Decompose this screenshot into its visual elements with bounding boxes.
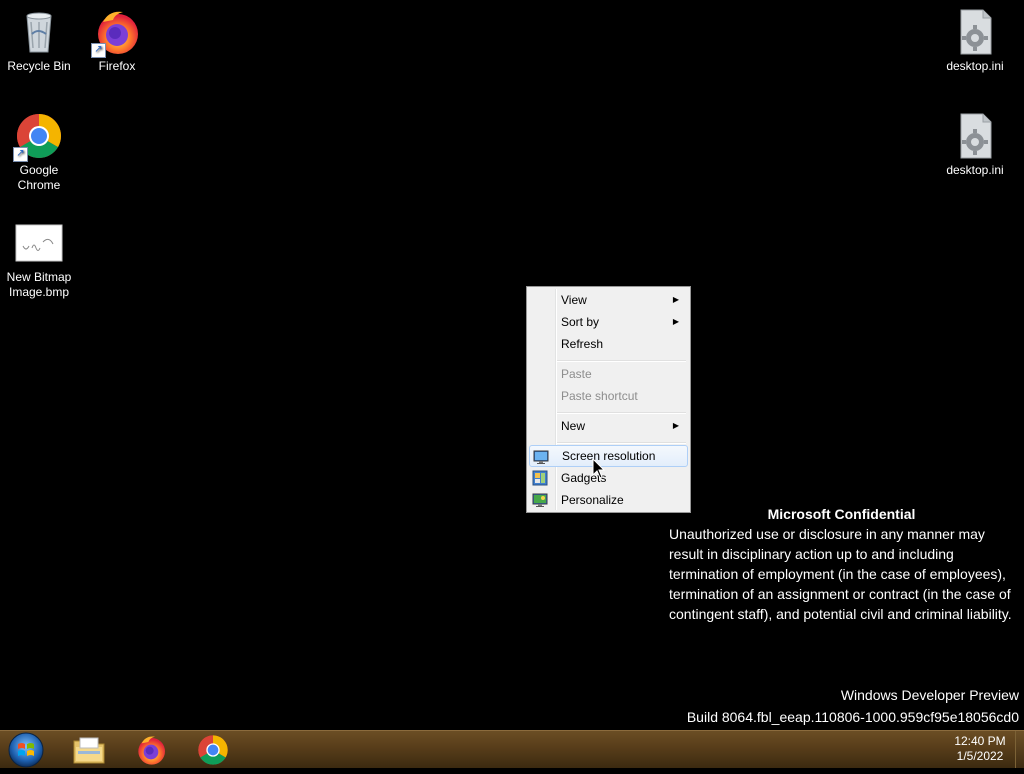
menu-item-label: View — [561, 293, 587, 307]
start-button[interactable] — [6, 731, 46, 769]
shortcut-arrow-icon: ↗ — [91, 43, 106, 58]
settings-file-icon — [951, 8, 999, 56]
menu-item-screen-resolution[interactable]: Screen resolution — [529, 445, 688, 467]
menu-item-personalize[interactable]: Personalize — [529, 489, 688, 511]
submenu-arrow-icon: ▶ — [672, 295, 679, 304]
taskbar: 12:40 PM 1/5/2022 — [0, 730, 1024, 768]
clock-time: 12:40 PM — [954, 734, 1006, 748]
recycle-bin-icon — [15, 8, 63, 56]
taskbar-file-explorer[interactable] — [63, 732, 115, 767]
menu-item-paste-shortcut[interactable]: Paste shortcut — [529, 385, 688, 407]
confidential-title: Microsoft Confidential — [767, 506, 916, 522]
menu-item-label: Sort by — [561, 315, 600, 329]
menu-item-gadgets[interactable]: Gadgets — [529, 467, 688, 489]
submenu-arrow-icon: ▶ — [672, 421, 679, 430]
menu-separator — [557, 412, 686, 414]
menu-item-sort-by[interactable]: Sort by ▶ — [529, 311, 688, 333]
new-bitmap-file[interactable]: New Bitmap Image.bmp — [0, 224, 78, 300]
google-chrome-shortcut[interactable]: ↗ Google Chrome — [0, 112, 78, 193]
menu-item-label: Paste — [561, 367, 592, 381]
menu-item-view[interactable]: View ▶ — [529, 289, 688, 311]
submenu-arrow-icon: ▶ — [672, 317, 679, 326]
firefox-icon: ↗ — [91, 8, 141, 58]
menu-item-label: Screen resolution — [562, 449, 656, 463]
confidential-body: Unauthorized use or disclosure in any ma… — [669, 526, 1012, 622]
recycle-bin-shortcut[interactable]: Recycle Bin — [0, 8, 78, 74]
personalize-icon — [532, 493, 548, 507]
taskbar-chrome[interactable] — [187, 732, 239, 767]
recycle-bin-label: Recycle Bin — [7, 59, 71, 73]
desktop-ini-file[interactable]: desktop.ini — [936, 112, 1014, 178]
menu-separator — [557, 360, 686, 362]
mouse-cursor-icon — [592, 458, 606, 479]
show-desktop-button[interactable] — [1015, 731, 1024, 768]
chrome-icon: ↗ — [13, 112, 63, 162]
gadgets-icon — [532, 470, 548, 486]
menu-item-label: New — [561, 419, 586, 433]
desktop-context-menu: View ▶ Sort by ▶ Refresh Paste Paste sho… — [526, 286, 691, 513]
desktop-ini-label: desktop.ini — [946, 59, 1004, 73]
shortcut-arrow-icon: ↗ — [13, 147, 28, 162]
menu-item-paste[interactable]: Paste — [529, 363, 688, 385]
file-explorer-icon — [73, 737, 105, 763]
windows-start-orb-icon — [8, 732, 44, 768]
taskbar-firefox[interactable] — [125, 732, 177, 767]
new-bitmap-label: New Bitmap Image.bmp — [6, 270, 72, 299]
menu-item-label: Refresh — [561, 337, 604, 351]
firefox-icon — [138, 735, 165, 765]
menu-item-new[interactable]: New ▶ — [529, 415, 688, 437]
build-label: Build 8064.fbl_eeap.110806-1000.959cf95e… — [686, 709, 1019, 725]
chrome-icon — [198, 734, 228, 765]
menu-separator — [557, 442, 686, 444]
taskbar-clock[interactable]: 12:40 PM 1/5/2022 — [946, 734, 1014, 764]
bitmap-image-icon — [15, 224, 63, 262]
menu-item-label: Personalize — [561, 493, 624, 507]
confidential-notice: Microsoft Confidential Unauthorized use … — [669, 504, 1014, 624]
screen-resolution-icon — [533, 450, 549, 464]
desktop[interactable]: Recycle Bin ↗ Firefox ↗ Google Chrome Ne… — [0, 0, 1024, 730]
build-watermark: Windows Developer Preview Build 8064.fbl… — [687, 684, 1019, 728]
desktop-ini-label: desktop.ini — [946, 163, 1004, 177]
firefox-shortcut[interactable]: ↗ Firefox — [78, 8, 156, 74]
edition-label: Windows Developer Preview — [840, 687, 1019, 703]
google-chrome-label: Google Chrome — [17, 163, 61, 192]
settings-file-icon — [951, 112, 999, 160]
firefox-label: Firefox — [98, 59, 136, 73]
menu-item-refresh[interactable]: Refresh — [529, 333, 688, 355]
clock-date: 1/5/2022 — [956, 749, 1004, 763]
desktop-ini-file[interactable]: desktop.ini — [936, 8, 1014, 74]
menu-item-label: Paste shortcut — [561, 389, 638, 403]
